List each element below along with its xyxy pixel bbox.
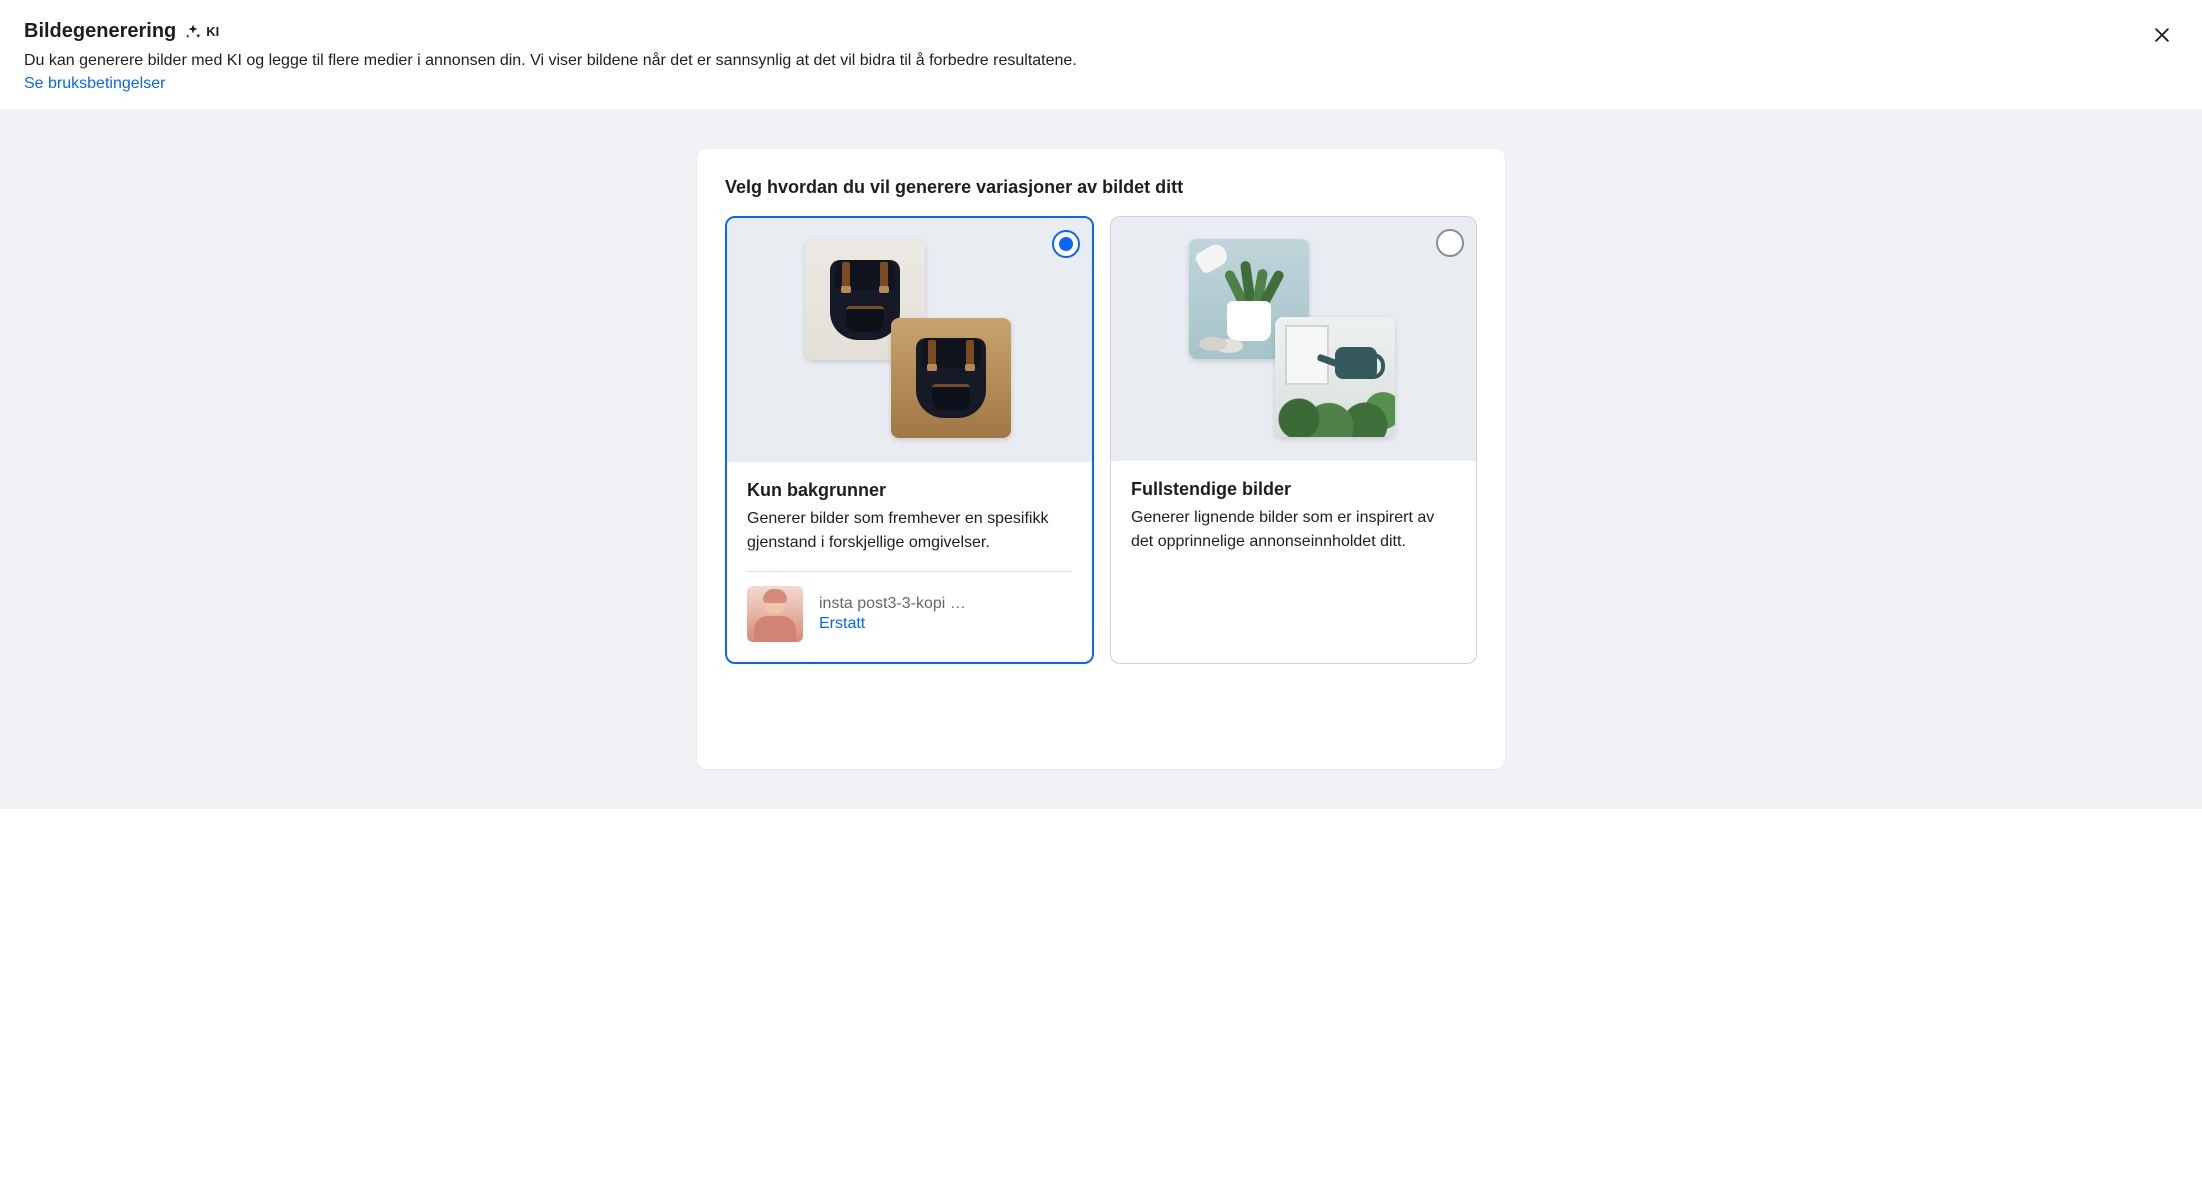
ai-badge: KI xyxy=(184,23,219,41)
options-row: Kun bakgrunner Generer bilder som fremhe… xyxy=(725,216,1477,664)
option-title: Kun bakgrunner xyxy=(747,480,1072,501)
header-description: Du kan generere bilder med KI og legge t… xyxy=(24,49,2178,73)
option-body: Kun bakgrunner Generer bilder som fremhe… xyxy=(727,462,1092,662)
option-preview xyxy=(727,218,1092,462)
option-description: Generer lignende bilder som er inspirert… xyxy=(1131,506,1456,554)
header-title-row: Bildegenerering KI xyxy=(24,20,2178,43)
option-backgrounds-only[interactable]: Kun bakgrunner Generer bilder som fremhe… xyxy=(725,216,1094,664)
generation-panel: Velg hvordan du vil generere variasjoner… xyxy=(697,149,1505,769)
terms-link[interactable]: Se bruksbetingelser xyxy=(24,75,165,93)
sparkle-icon xyxy=(184,23,202,41)
radio-unselected-icon xyxy=(1436,229,1464,257)
preview-thumbnail xyxy=(1275,317,1395,437)
preview-image-stack xyxy=(805,240,1015,440)
source-image-attachment: insta post3-3-kopi … Erstatt xyxy=(747,586,1072,642)
attachment-thumbnail xyxy=(747,586,803,642)
replace-button[interactable]: Erstatt xyxy=(819,615,1072,633)
divider xyxy=(747,571,1072,572)
option-preview xyxy=(1111,217,1476,461)
modal-header: Bildegenerering KI Du kan generere bilde… xyxy=(0,0,2202,109)
close-button[interactable] xyxy=(2146,20,2178,52)
preview-image-stack xyxy=(1189,239,1399,439)
panel-title: Velg hvordan du vil generere variasjoner… xyxy=(725,177,1477,198)
preview-thumbnail xyxy=(891,318,1011,438)
content-area: Velg hvordan du vil generere variasjoner… xyxy=(0,109,2202,809)
page-title: Bildegenerering xyxy=(24,20,176,43)
close-icon xyxy=(2152,25,2172,48)
option-full-images[interactable]: Fullstendige bilder Generer lignende bil… xyxy=(1110,216,1477,664)
attachment-info: insta post3-3-kopi … Erstatt xyxy=(819,595,1072,633)
ai-badge-text: KI xyxy=(206,24,219,39)
radio-selected-icon xyxy=(1052,230,1080,258)
option-description: Generer bilder som fremhever en spesifik… xyxy=(747,507,1072,555)
option-title: Fullstendige bilder xyxy=(1131,479,1456,500)
option-body: Fullstendige bilder Generer lignende bil… xyxy=(1111,461,1476,663)
attachment-filename: insta post3-3-kopi … xyxy=(819,595,1072,613)
